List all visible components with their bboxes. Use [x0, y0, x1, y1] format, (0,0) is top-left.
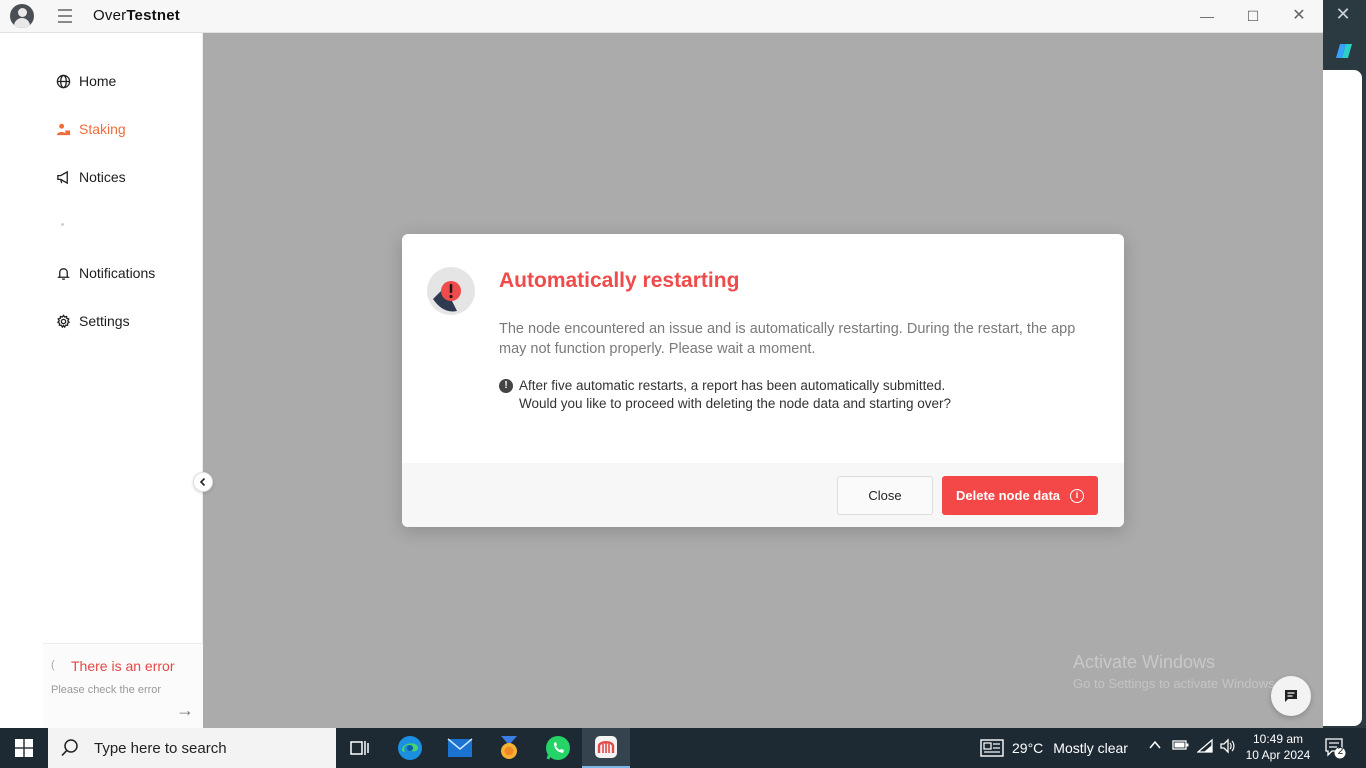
mail-icon	[447, 738, 473, 757]
app-title-prefix: Over	[93, 7, 127, 24]
close-window-button[interactable]: ✕	[1276, 4, 1322, 28]
arrow-right-icon[interactable]: →	[176, 700, 194, 721]
sidebar-item-label: Notices	[79, 169, 126, 185]
sidebar-item-staking[interactable]: Staking	[55, 117, 126, 141]
copilot-icon[interactable]	[1330, 38, 1356, 64]
close-button-label: Close	[868, 488, 902, 503]
title-bar: OverTestnet — ☐ ✕	[0, 0, 1323, 33]
gear-icon	[55, 313, 71, 329]
clock-time: 10:49 am	[1252, 732, 1304, 746]
whatsapp-icon	[546, 736, 570, 760]
bell-icon	[55, 265, 71, 281]
edge-app-button[interactable]	[386, 728, 434, 768]
delete-node-data-button[interactable]: Delete node data i	[942, 476, 1098, 515]
chevron-left-icon	[199, 477, 206, 487]
spinner-icon: (	[51, 659, 55, 671]
taskbar: Type here to search 29°C Mostly clear 10…	[0, 728, 1366, 768]
app-title: OverTestnet	[93, 7, 180, 24]
windows-logo-icon	[15, 739, 33, 757]
sidebar-divider-dot	[61, 223, 64, 226]
sidebar-item-label: Home	[79, 73, 117, 89]
info-exclamation-icon: !	[499, 379, 513, 393]
note-line-1: After five automatic restarts, a report …	[519, 378, 946, 393]
info-icon: i	[1070, 488, 1085, 503]
task-view-icon	[350, 741, 369, 755]
dialog-footer: Close Delete node data i	[402, 463, 1124, 527]
volume-icon[interactable]	[1219, 738, 1237, 757]
whatsapp-app-button[interactable]	[534, 728, 582, 768]
restart-dialog: Automatically restarting The node encoun…	[402, 234, 1124, 527]
sidebar-item-label: Notifications	[79, 265, 156, 281]
start-button[interactable]	[0, 728, 48, 768]
taskbar-search-box[interactable]: Type here to search	[48, 728, 336, 768]
edge-icon	[398, 736, 422, 760]
mail-app-button[interactable]	[436, 728, 484, 768]
notification-count: 2	[1337, 746, 1344, 757]
battery-icon[interactable]	[1172, 738, 1190, 755]
weather-description: Mostly clear	[1053, 740, 1128, 756]
sidebar-item-notices[interactable]: Notices	[55, 165, 126, 189]
chevron-up-icon[interactable]	[1148, 738, 1162, 755]
medal-icon	[501, 736, 517, 759]
avatar[interactable]	[10, 4, 34, 28]
chat-button[interactable]	[1271, 676, 1311, 716]
sidebar-item-home[interactable]: Home	[55, 69, 116, 93]
error-panel[interactable]: ( There is an error Please check the err…	[43, 643, 203, 728]
overtestnet-icon	[595, 736, 617, 758]
dialog-title: Automatically restarting	[499, 269, 740, 292]
activate-windows-subtext: Go to Settings to activate Windows.	[1073, 676, 1279, 691]
sidebar-item-label: Settings	[79, 313, 130, 329]
maximize-button[interactable]: ☐	[1230, 4, 1276, 28]
app-title-bold: Testnet	[126, 7, 180, 24]
minimize-button[interactable]: —	[1184, 4, 1230, 28]
note-line-2: Would you like to proceed with deleting …	[519, 396, 952, 411]
sidebar-item-settings[interactable]: Settings	[55, 309, 130, 333]
overtestnet-app-button[interactable]	[582, 728, 630, 768]
rewards-app-button[interactable]	[485, 728, 533, 768]
sidebar-item-notifications[interactable]: Notifications	[55, 261, 155, 285]
search-placeholder: Type here to search	[94, 739, 227, 757]
dialog-note: ! After five automatic restarts, a repor…	[499, 377, 1099, 413]
globe-icon	[55, 73, 71, 89]
collapse-sidebar-button[interactable]	[193, 472, 213, 492]
staking-icon	[55, 121, 71, 137]
sidebar: Home Staking Notices Notifications Setti…	[43, 33, 203, 728]
activate-windows-watermark: Activate Windows	[1073, 652, 1216, 672]
weather-widget[interactable]: 29°C Mostly clear	[980, 728, 1128, 768]
notification-center-button[interactable]: 2	[1324, 737, 1346, 759]
error-subtitle: Please check the error	[51, 684, 162, 696]
news-icon	[980, 739, 1004, 757]
search-icon	[61, 739, 78, 757]
app-window: OverTestnet — ☐ ✕ Home Staking Notices N…	[0, 0, 1323, 728]
dialog-description: The node encountered an issue and is aut…	[499, 321, 1076, 357]
task-view-button[interactable]	[336, 728, 384, 768]
browser-close-icon[interactable]: ✕	[1330, 4, 1356, 25]
clock[interactable]: 10:49 am 10 Apr 2024	[1240, 731, 1316, 763]
wifi-icon[interactable]	[1196, 738, 1213, 757]
clock-date: 10 Apr 2024	[1245, 748, 1311, 762]
menu-icon[interactable]	[58, 9, 72, 23]
error-title: There is an error	[71, 658, 175, 674]
delete-button-label: Delete node data	[955, 488, 1061, 503]
close-button[interactable]: Close	[837, 476, 933, 515]
chat-icon	[1285, 690, 1297, 702]
warning-icon	[427, 267, 475, 315]
weather-temperature: 29°C	[1012, 740, 1044, 756]
megaphone-icon	[55, 169, 71, 185]
sidebar-item-label: Staking	[79, 121, 126, 137]
